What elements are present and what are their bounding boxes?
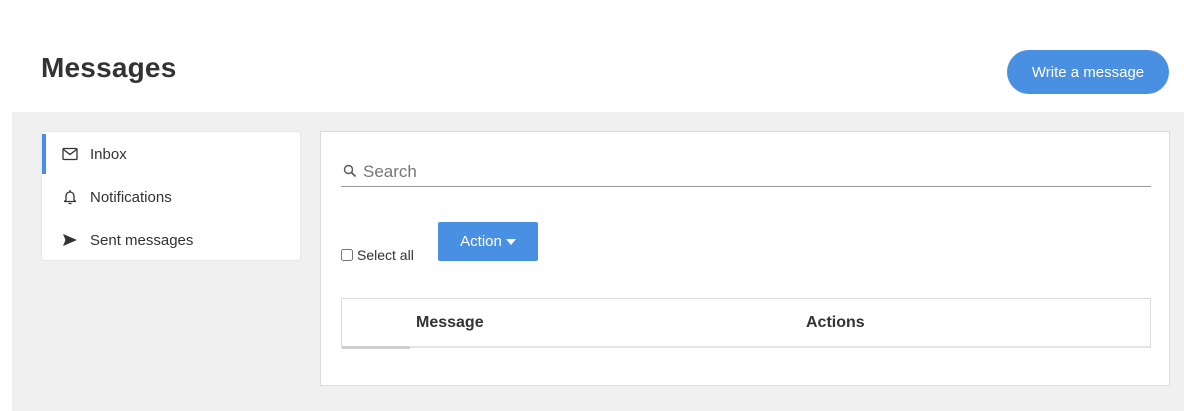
search-input[interactable]	[363, 161, 1143, 182]
sidebar: Inbox Notifications Sent messages	[41, 131, 301, 261]
write-message-button[interactable]: Write a message	[1007, 50, 1169, 94]
select-all-label: Select all	[357, 247, 414, 263]
sidebar-item-label: Sent messages	[90, 231, 194, 249]
page-title: Messages	[41, 52, 177, 83]
bell-icon	[62, 189, 78, 205]
search-icon	[343, 164, 359, 180]
action-button-label: Action	[460, 233, 502, 250]
caret-down-icon	[505, 239, 516, 245]
left-edge	[0, 0, 12, 411]
column-header-actions: Actions	[806, 314, 865, 331]
select-all[interactable]: Select all	[341, 247, 414, 263]
sidebar-item-inbox[interactable]: Inbox	[42, 134, 300, 174]
sidebar-item-sent-messages[interactable]: Sent messages	[42, 220, 300, 260]
select-all-checkbox[interactable]	[341, 249, 353, 261]
action-dropdown-button[interactable]: Action	[438, 222, 538, 261]
sidebar-item-notifications[interactable]: Notifications	[42, 177, 300, 217]
table-scrollbar[interactable]	[342, 346, 410, 349]
messages-table: Message Actions	[341, 298, 1151, 349]
messages-panel: Select all Action Message Actions	[320, 131, 1170, 386]
column-header-message: Message	[416, 314, 484, 331]
send-icon	[62, 232, 78, 248]
search-bar	[341, 157, 1151, 187]
page-header: Messages Write a message	[12, 0, 1184, 112]
table-divider	[342, 346, 1150, 348]
envelope-icon	[62, 146, 78, 162]
sidebar-item-label: Notifications	[90, 188, 172, 206]
sidebar-item-label: Inbox	[90, 145, 127, 163]
